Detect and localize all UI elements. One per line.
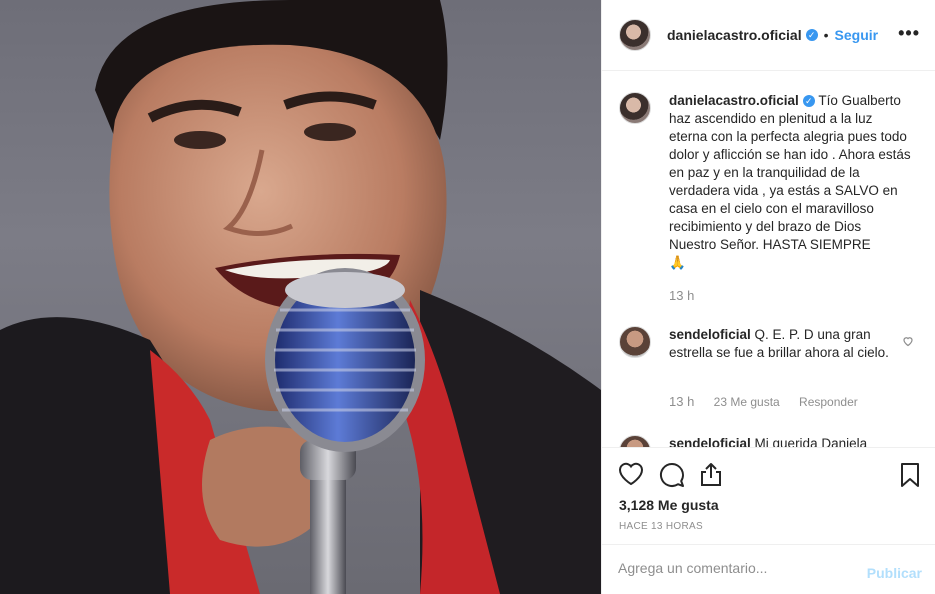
comment-meta: 13 h 23 Me gusta Responder (669, 394, 929, 409)
post-actions: 3,128 Me gusta HACE 13 HORAS (602, 447, 935, 544)
singer-with-microphone-image (0, 0, 601, 594)
publish-button[interactable]: Publicar (867, 565, 922, 581)
caption-username[interactable]: danielacastro.oficial (669, 93, 799, 108)
comment-text: Mi querida Daniela (754, 436, 868, 447)
like-comment-heart-icon[interactable] (902, 334, 914, 350)
verified-badge-icon: ✓ (802, 95, 815, 107)
comment-text-block: sendeloficial Q. E. P. D una gran estrel… (669, 326, 911, 362)
instagram-post-modal: danielacastro.oficial ✓ • Seguir ••• dan… (0, 0, 935, 594)
save-bookmark-icon[interactable] (900, 462, 920, 491)
post-header: danielacastro.oficial ✓ • Seguir ••• (602, 0, 935, 71)
verified-badge-icon: ✓ (805, 29, 818, 41)
post-photo[interactable] (0, 0, 601, 594)
commenter-avatar[interactable] (619, 435, 651, 447)
author-username[interactable]: danielacastro.oficial (667, 27, 802, 43)
likes-count[interactable]: 3,128 Me gusta (619, 497, 719, 513)
comment-likes[interactable]: 23 Me gusta (714, 395, 780, 409)
commenter-username[interactable]: sendeloficial (669, 327, 751, 342)
commenter-avatar[interactable] (619, 326, 651, 358)
post-time-ago[interactable]: HACE 13 HORAS (619, 521, 703, 532)
comment-bubble-icon[interactable] (659, 462, 685, 491)
caption-avatar[interactable] (619, 92, 651, 124)
post-side-panel: danielacastro.oficial ✓ • Seguir ••• dan… (601, 0, 935, 594)
reply-button[interactable]: Responder (799, 395, 858, 409)
comment-text-block: sendeloficial Mi querida Daniela (669, 435, 911, 447)
like-heart-icon[interactable] (618, 462, 644, 489)
comment-time[interactable]: 13 h (669, 394, 694, 409)
praying-hands-emoji: 🙏 (669, 255, 686, 270)
more-options-icon[interactable]: ••• (898, 24, 920, 42)
caption-comment: danielacastro.oficial ✓ Tío Gualberto haz… (619, 92, 919, 272)
caption-text: Tío Gualberto haz ascendido en plenitud … (669, 93, 911, 252)
share-icon[interactable] (699, 461, 723, 490)
comments-list[interactable]: danielacastro.oficial ✓ Tío Gualberto haz… (602, 72, 935, 447)
comment-item: sendeloficial Q. E. P. D una gran estrel… (619, 326, 919, 362)
caption-meta: 13 h (669, 288, 694, 303)
caption-time[interactable]: 13 h (669, 288, 694, 303)
comment-input[interactable] (618, 560, 848, 576)
commenter-username[interactable]: sendeloficial (669, 436, 751, 447)
header-separator: • (823, 27, 829, 43)
add-comment-section: Publicar (602, 544, 935, 594)
author-avatar[interactable] (619, 19, 651, 51)
comment-item: sendeloficial Mi querida Daniela (619, 435, 919, 447)
caption-text-block: danielacastro.oficial ✓ Tío Gualberto haz… (669, 92, 911, 272)
follow-button[interactable]: Seguir (835, 27, 879, 43)
